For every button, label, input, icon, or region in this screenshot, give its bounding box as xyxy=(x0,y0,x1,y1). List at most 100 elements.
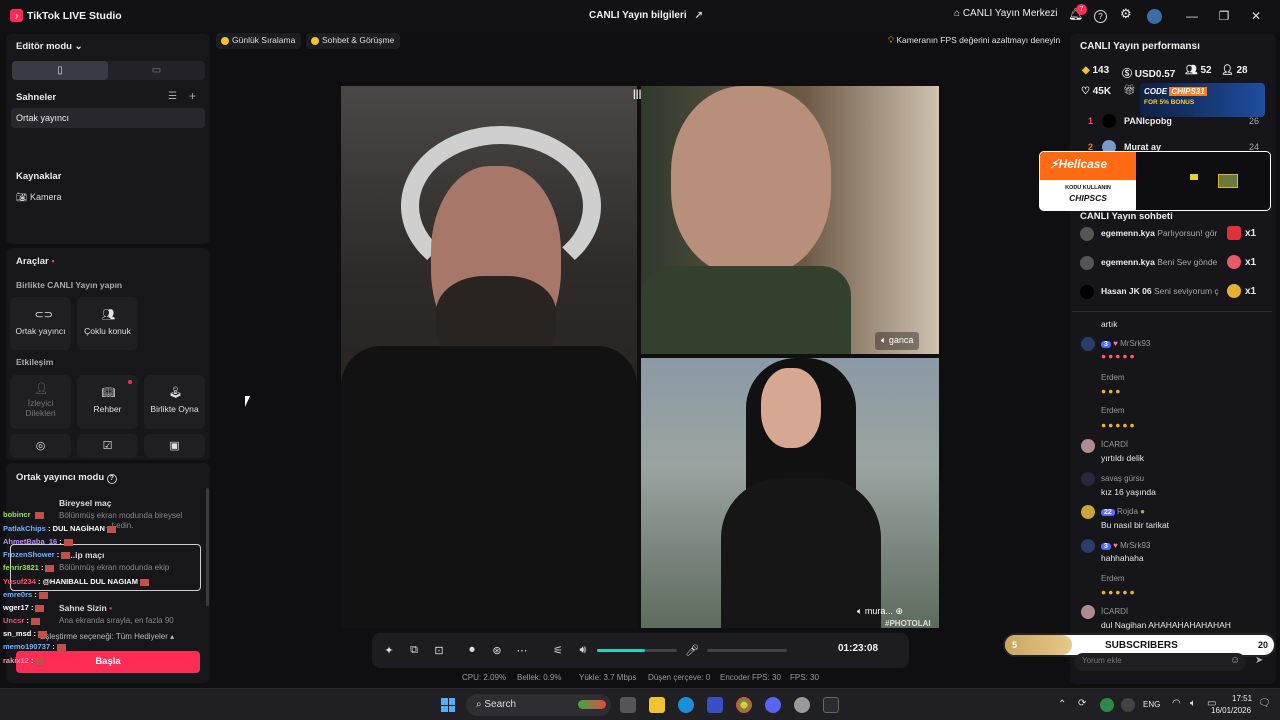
edge-icon[interactable] xyxy=(678,697,694,713)
store-icon[interactable] xyxy=(707,697,723,713)
info-icon[interactable]: ? xyxy=(106,474,117,484)
diamonds-value: 143 xyxy=(1092,65,1110,76)
scene-item-cohost[interactable]: Ortak yayıncı xyxy=(11,108,205,128)
volume-slider[interactable] xyxy=(597,649,677,652)
gift-icon[interactable]: 🎁︎ xyxy=(1123,85,1136,96)
stage-yours-label: Sahne Sizin xyxy=(59,603,107,613)
hellcase-ad-banner[interactable]: ⚡︎Hellcase KODU KULLANIN CHIPSCS xyxy=(1039,151,1271,211)
overlay-emote-icon xyxy=(61,551,71,559)
maximize-icon[interactable]: ❐ xyxy=(1214,7,1234,25)
tiktok-logo-icon: ♪ xyxy=(10,9,23,22)
language-indicator[interactable]: ENG xyxy=(1143,700,1160,709)
add-icon[interactable]: ⊕ xyxy=(895,606,903,616)
windows-start-icon[interactable] xyxy=(441,698,455,712)
play-together-button[interactable]: 🕹︎ Birlikte Oyna xyxy=(144,375,205,429)
stage-yours-title[interactable]: Sahne Sizin • xyxy=(59,603,112,613)
help-icon[interactable]: ? xyxy=(1094,10,1107,23)
followers-stat: 👤︎ 28 xyxy=(1221,65,1248,76)
rank-1-score: 26 xyxy=(1249,116,1260,126)
window-icon[interactable]: ⊡ xyxy=(432,644,446,657)
chat-user-erdem-1: Erdem xyxy=(1101,373,1125,382)
close-icon[interactable]: ✕ xyxy=(1246,7,1266,25)
overlay-chat-user: wger17 xyxy=(3,603,29,612)
minimize-icon[interactable]: — xyxy=(1182,7,1202,25)
screen-add-icon[interactable]: ⧉ xyxy=(407,644,421,657)
send-icon[interactable]: ➤ xyxy=(1255,655,1263,666)
app-icon[interactable] xyxy=(794,697,810,713)
portrait-toggle[interactable]: ▯ xyxy=(12,61,108,80)
scene-list-icon[interactable]: ☰ xyxy=(168,91,177,102)
encoder-fps-stat: Encoder FPS: 30 xyxy=(720,673,781,682)
viewer-requests-button[interactable]: 👤︎ İzleyici Dilekleri xyxy=(10,375,71,429)
volume-icon[interactable]: 🔊︎ xyxy=(576,644,590,657)
tool-tile-more-2[interactable]: ☑ xyxy=(77,434,138,458)
more-icon[interactable]: ⋯ xyxy=(515,644,529,657)
comment-input[interactable]: Yorum ekle xyxy=(1074,653,1246,671)
cohost-mode-title: Ortak yayıncı modu ? xyxy=(16,472,117,484)
chips-ad-banner[interactable]: CODE CHIPS31 FOR 5% BONUS xyxy=(1140,83,1265,117)
overlay-chat-message: : xyxy=(57,537,62,546)
tool-tile-more-3[interactable]: ▣ xyxy=(144,434,205,458)
heart-badge-icon-2: ♥ xyxy=(1113,541,1118,550)
individual-match-title[interactable]: Bireysel maç xyxy=(59,498,111,508)
cohost-mode-label: Ortak yayıncı modu xyxy=(16,472,105,483)
file-explorer-icon[interactable] xyxy=(649,697,665,713)
overlay-chat-message: : @HANIBALL DUL NAGIAM xyxy=(35,577,138,586)
chrome-icon[interactable] xyxy=(736,697,752,713)
tiktok-taskbar-icon[interactable] xyxy=(823,697,839,713)
play-together-label: Birlikte Oyna xyxy=(150,404,199,414)
stage-yours-desc: Ana ekranda sırayla, en fazla 90 xyxy=(59,616,174,625)
daily-ranking-pill[interactable]: Günlük Sıralama xyxy=(216,33,302,49)
match-option-dropdown[interactable]: Eşleştirme seçeneği: Tüm Hediyeler ▴ xyxy=(40,632,174,641)
windows-taskbar: ⌕ Search ⌃ ⟳ ENG ◠ 🔈︎ ▭ 17:51 16/01/2026… xyxy=(0,688,1280,720)
mic-slider[interactable] xyxy=(707,649,787,652)
editor-mode-dropdown[interactable]: Editör modu ⌄ xyxy=(16,41,83,52)
gift-3-avatar xyxy=(1080,285,1094,299)
wifi-icon[interactable]: ◠ xyxy=(1172,698,1181,709)
gift-3-text: Seni seviyorum ç xyxy=(1153,286,1219,296)
guest-top-label: 🔈︎ ganca xyxy=(875,332,920,350)
discord-icon[interactable] xyxy=(765,697,781,713)
overlay-chat-row: FrozenShower : xyxy=(3,550,71,559)
microphone-icon[interactable]: 🎤︎ xyxy=(685,644,699,657)
overlay-emote-icon xyxy=(37,630,47,638)
left-panel-scrollbar[interactable] xyxy=(206,488,209,606)
chat-avatar-rojda xyxy=(1081,505,1095,519)
tray-sync-icon[interactable]: ⟳ xyxy=(1078,698,1086,709)
chat-call-pill[interactable]: Sohbet & Görüşme xyxy=(306,33,401,49)
task-view-icon[interactable] xyxy=(620,697,636,713)
ad-code-line: CODE CHIPS31 xyxy=(1144,87,1207,96)
scenes-title: Sahneler xyxy=(16,92,57,103)
chat-title: CANLI Yayın sohbeti xyxy=(1080,211,1173,222)
overlay-chat-row: rakix12 : xyxy=(3,656,45,665)
chat-msg-dul: dul Nagihan AHAHAHAHAHAHAH xyxy=(1101,620,1231,630)
profile-avatar[interactable] xyxy=(1147,9,1162,24)
camera-switch-icon[interactable]: ⊛ xyxy=(490,644,504,657)
taskbar-date[interactable]: 16/01/2026 xyxy=(1211,706,1251,715)
tray-chevron-icon[interactable]: ⌃ xyxy=(1058,699,1066,710)
emoji-icon[interactable]: ☺ xyxy=(1230,655,1240,666)
tray-app-icon[interactable] xyxy=(1100,698,1114,712)
settings-gear-icon[interactable]: ⚙ xyxy=(1120,6,1132,22)
speaker-tray-icon[interactable]: 🔈︎ xyxy=(1190,698,1196,709)
live-center-button[interactable]: ⌂ CANLI Yayın Merkezi xyxy=(954,8,1058,19)
live-info-button[interactable]: CANLI Yayın bilgileri ↗ xyxy=(589,10,703,21)
cohost-tool-button[interactable]: ⊂⊃ Ortak yayıncı xyxy=(10,297,71,350)
landscape-toggle[interactable]: ▭ xyxy=(108,61,205,80)
gift-1-row: egemenn.kya Parlıyorsun! gör xyxy=(1101,228,1226,238)
multi-guest-button[interactable]: 👥︎ Çoklu konuk xyxy=(77,297,138,350)
chat-msg-yirtildi: yırtıldı delik xyxy=(1101,453,1144,463)
taskbar-time[interactable]: 17:51 xyxy=(1232,694,1252,703)
record-icon[interactable]: ⏺ xyxy=(465,644,479,657)
tool-tile-more-1[interactable]: ◎ xyxy=(10,434,71,458)
magic-wand-icon[interactable]: ✦ xyxy=(382,644,396,657)
sliders-icon[interactable]: ⚟ xyxy=(551,644,565,657)
overlay-chat-message: : xyxy=(38,563,44,572)
source-camera[interactable]: 📷︎ Kamera xyxy=(16,192,61,203)
add-scene-icon[interactable]: + xyxy=(189,89,196,103)
overlay-chat-row: PatlakChips : DUL NAGİHAN xyxy=(3,524,116,533)
followers-value: 28 xyxy=(1236,65,1248,76)
overlay-chat-row: fenrir3821 : xyxy=(3,563,55,572)
notifications-tray-icon[interactable]: 🗨︎ xyxy=(1258,698,1271,709)
tray-app-icon-2[interactable] xyxy=(1121,698,1135,712)
